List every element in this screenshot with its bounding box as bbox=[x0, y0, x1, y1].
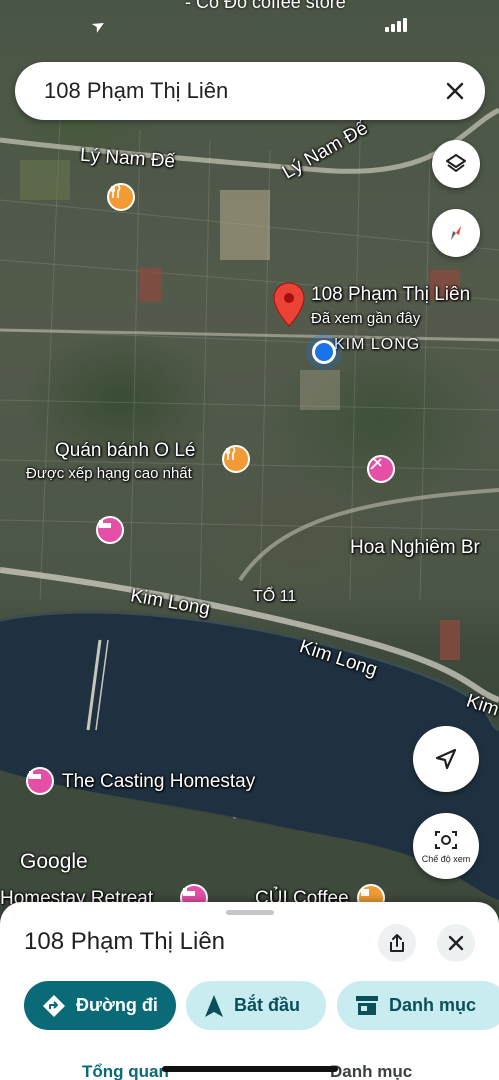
share-button[interactable] bbox=[378, 924, 416, 962]
search-bar[interactable]: 108 Phạm Thị Liên bbox=[15, 62, 485, 120]
layers-icon bbox=[446, 154, 466, 172]
status-location-text: - Cỏ Đỏ coffee store bbox=[185, 0, 346, 12]
camera-view-icon bbox=[435, 831, 457, 849]
category-label: Danh mục bbox=[389, 995, 477, 1015]
area-label: TỔ 11 bbox=[253, 588, 297, 605]
google-logo: Google bbox=[20, 850, 88, 873]
restaurant-marker-icon[interactable] bbox=[222, 445, 250, 473]
directions-button[interactable]: Đường đi bbox=[24, 981, 176, 1030]
view-mode-button[interactable]: Chế độ xem bbox=[413, 813, 479, 879]
category-button[interactable]: Danh mục bbox=[337, 981, 499, 1030]
search-input[interactable]: 108 Phạm Thị Liên bbox=[44, 78, 433, 104]
directions-label: Đường đi bbox=[76, 995, 158, 1015]
close-icon bbox=[448, 935, 464, 951]
place-label[interactable]: The Casting Homestay bbox=[62, 771, 255, 793]
compass-icon bbox=[451, 226, 461, 240]
share-icon bbox=[390, 934, 404, 952]
close-sheet-button[interactable] bbox=[437, 924, 475, 962]
directions-icon bbox=[42, 994, 66, 1018]
start-button[interactable]: Bắt đầu bbox=[186, 981, 326, 1030]
restaurant-label[interactable]: Quán bánh O Lé bbox=[55, 440, 196, 462]
navigation-arrow-icon bbox=[435, 748, 457, 770]
restaurant-sub-label: Được xếp hạng cao nhất bbox=[26, 465, 192, 482]
start-label: Bắt đầu bbox=[234, 995, 301, 1015]
tab-category[interactable]: Danh mục bbox=[330, 1062, 412, 1080]
navigation-icon bbox=[204, 994, 224, 1018]
restaurant-marker-icon[interactable] bbox=[107, 183, 135, 211]
place-bottom-sheet[interactable]: 108 Phạm Thị Liên Đường đi Bắt đầu Danh … bbox=[0, 902, 499, 1080]
pin-title-label: 108 Phạm Thị Liên bbox=[311, 284, 471, 305]
my-location-button[interactable] bbox=[413, 726, 479, 792]
layers-button[interactable] bbox=[432, 140, 480, 188]
close-icon[interactable] bbox=[433, 69, 477, 113]
home-indicator[interactable] bbox=[162, 1066, 338, 1072]
store-icon bbox=[355, 995, 379, 1017]
pin-subtitle-label: Đã xem gần đây bbox=[311, 310, 421, 327]
hotel-marker-icon[interactable] bbox=[96, 516, 124, 544]
view-mode-label: Chế độ xem bbox=[421, 854, 471, 864]
place-title: 108 Phạm Thị Liên bbox=[24, 928, 226, 955]
my-location-dot-icon bbox=[312, 340, 336, 364]
compass-button[interactable] bbox=[432, 209, 480, 257]
area-label: KIM LONG bbox=[334, 336, 421, 353]
place-label[interactable]: Hoa Nghiêm Br bbox=[350, 537, 480, 559]
drag-handle[interactable] bbox=[226, 910, 274, 915]
shopping-marker-icon[interactable] bbox=[367, 455, 395, 483]
hotel-marker-icon[interactable] bbox=[26, 767, 54, 795]
signal-icon bbox=[385, 18, 409, 32]
tab-overview[interactable]: Tổng quan bbox=[82, 1062, 169, 1080]
